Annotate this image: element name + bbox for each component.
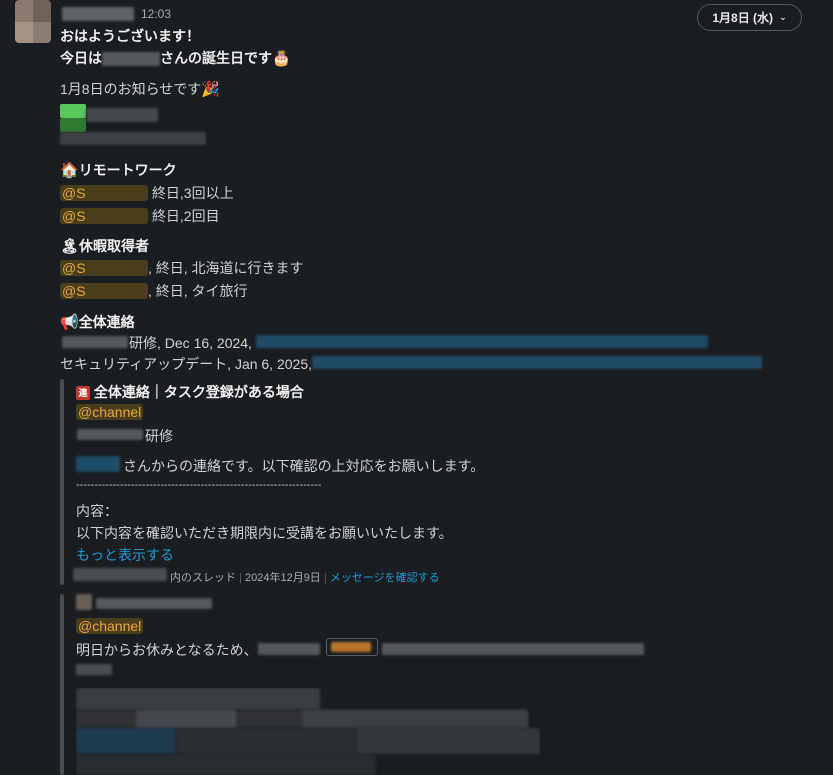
island-icon: 🏝: [60, 238, 80, 255]
thread-label: 内のスレッド: [170, 572, 236, 584]
avatar[interactable]: [15, 0, 51, 43]
general-title: 全体連絡: [78, 314, 135, 330]
redacted-text: [258, 643, 320, 655]
greeting-text: おはようございます！: [60, 28, 200, 44]
redacted-text: [62, 336, 128, 348]
user-mention[interactable]: @S: [60, 260, 148, 276]
vacation-item-text: , 終日, タイ旅行: [148, 283, 248, 299]
general-heading: 📢全体連絡: [60, 312, 135, 332]
date-jump-button[interactable]: 1月8日 (水) ⌄: [697, 4, 802, 31]
redacted-link[interactable]: [256, 335, 708, 348]
remote-item-text: 終日,3回以上: [151, 185, 234, 201]
redacted-link[interactable]: [312, 356, 762, 369]
birthday-suffix: さんの誕生日です: [160, 50, 272, 66]
quote2-text: 明日からお休みとなるため、: [76, 642, 258, 658]
mention-prefix: @S: [62, 260, 86, 276]
date-label: 1月8日 (水): [712, 11, 774, 25]
notice-line: 1月8日のお知らせです🎉: [60, 79, 220, 99]
redacted-text: [382, 643, 644, 655]
general-item-1: 研修, Dec 16, 2024,: [129, 335, 252, 351]
quote1-contact: さんからの連絡です。以下確認の上対応をお願いします。: [123, 458, 485, 474]
redacted-file-chip[interactable]: [326, 638, 378, 656]
user-mention[interactable]: @S: [60, 283, 148, 299]
redacted-image-block: [60, 104, 206, 146]
vacation-title: 休暇取得者: [79, 238, 150, 254]
notice-text: 1月8日のお知らせです: [60, 81, 202, 97]
remote-item-text: 終日,2回目: [151, 208, 220, 224]
quote-bar: [60, 379, 64, 585]
party-popper-icon: 🎉: [201, 81, 220, 98]
birthday-line: 今日は さんの誕生日です🎂: [60, 48, 291, 68]
quote1-title-row: 連 全体連絡｜タスク登録がある場合: [76, 382, 304, 402]
quote-bar: [60, 594, 64, 775]
quote1-title: 全体連絡｜タスク登録がある場合: [93, 384, 304, 400]
quote1-meta: 内のスレッド | 2024年12月9日 | メッセージを確認する: [170, 572, 440, 584]
redacted-user[interactable]: [76, 456, 120, 472]
channel-mention[interactable]: @channel: [76, 404, 144, 420]
thread-date: 2024年12月9日: [244, 572, 321, 584]
show-more-link[interactable]: もっと表示する: [76, 545, 174, 565]
redacted-attachment[interactable]: [76, 688, 540, 775]
quote1-divider: ----------------------------------------…: [76, 479, 322, 491]
user-mention[interactable]: @S: [60, 185, 148, 201]
mention-prefix: @S: [62, 208, 86, 224]
redacted-name: [102, 52, 160, 67]
quote2-sender-name[interactable]: [96, 598, 212, 609]
redacted-channel[interactable]: [73, 568, 167, 581]
quote1-channel-mention[interactable]: @channel: [76, 404, 144, 420]
remote-item-2: @S 終日,2回目: [60, 206, 220, 226]
redacted-text: [77, 429, 143, 440]
general-item-2: セキュリティアップデート, Jan 6, 2025,: [60, 356, 313, 372]
quote1-content-text: 以下内容を確認いただき期限内に受講をお願いいたします。: [76, 525, 453, 541]
vacation-heading: 🏝休暇取得者: [60, 236, 149, 256]
view-message-link[interactable]: メッセージを確認する: [330, 572, 440, 584]
megaphone-icon: 📢: [60, 314, 79, 331]
redacted-text: [76, 664, 112, 675]
remote-item-1: @S 終日,3回以上: [60, 183, 234, 203]
quote1-training: 研修: [145, 428, 173, 444]
mention-prefix: @S: [62, 283, 86, 299]
channel-mention[interactable]: @channel: [76, 618, 144, 634]
sender-name[interactable]: [62, 7, 134, 21]
remote-work-heading: 🏠リモートワーク: [60, 160, 177, 180]
chevron-down-icon: ⌄: [779, 12, 787, 22]
quote1-content-label: 内容：: [76, 503, 118, 519]
vacation-item-1: @S , 終日, 北海道に行きます: [60, 258, 304, 278]
house-icon: 🏠: [60, 162, 79, 179]
cake-icon: 🎂: [272, 50, 291, 67]
message-time[interactable]: 12:03: [141, 7, 171, 21]
mention-prefix: @S: [62, 185, 86, 201]
quote2-avatar[interactable]: [76, 594, 92, 610]
user-mention[interactable]: @S: [60, 208, 148, 224]
birthday-prefix: 今日は: [60, 50, 102, 66]
remote-work-title: リモートワーク: [78, 162, 177, 178]
quote2-channel-mention[interactable]: @channel: [76, 618, 144, 634]
vacation-item-2: @S , 終日, タイ旅行: [60, 281, 248, 301]
notice-stamp-icon: 連: [76, 386, 90, 401]
vacation-item-text: , 終日, 北海道に行きます: [148, 260, 304, 276]
